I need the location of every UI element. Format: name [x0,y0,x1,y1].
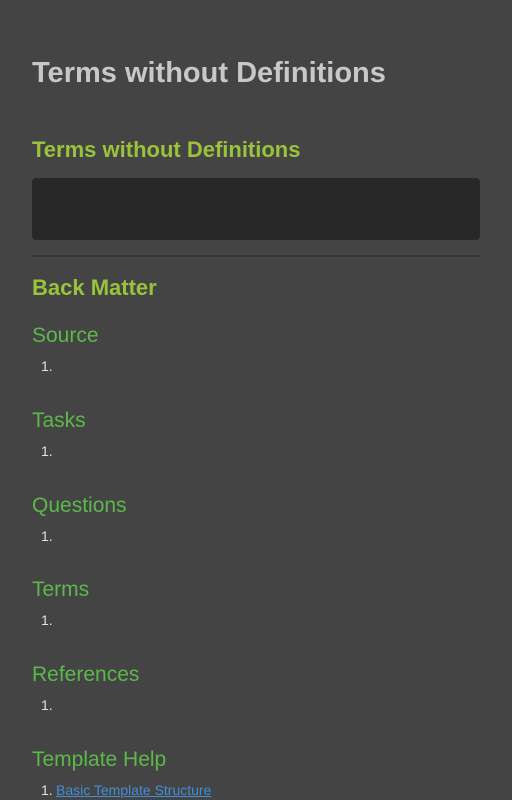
references-section: References 1. [32,662,480,713]
tasks-title: Tasks [32,409,86,432]
section-divider [32,255,480,257]
template-help-title: Template Help [32,748,167,771]
terms-title: Terms [32,578,90,601]
terms-item-number: 1. [41,612,53,628]
questions-item-number: 1. [41,528,53,544]
questions-title: Questions [32,494,127,517]
terms-section-title: Terms without Definitions [32,137,301,162]
tasks-section: Tasks 1. [32,408,480,459]
references-title: References [32,663,140,686]
back-matter-title: Back Matter [32,275,157,300]
glossary-page: Terms without Definitions Terms without … [0,0,512,800]
template-help-list-item: 1. Basic Template Structure [32,781,480,799]
tasks-item-number: 1. [41,443,53,459]
terms-empty-box [32,178,480,240]
template-help-section: Template Help 1. Basic Template Structur… [32,747,480,799]
basic-template-structure-link[interactable]: Basic Template Structure [56,782,211,798]
template-help-list: 1. Basic Template Structure [32,781,480,799]
page-title: Terms without Definitions [32,57,386,89]
questions-section: Questions 1. [32,493,480,544]
source-title: Source [32,324,99,347]
template-help-item-number: 1. [41,782,53,798]
terms-section: Terms 1. [32,577,480,628]
references-item-number: 1. [41,697,53,713]
source-item-number: 1. [41,358,53,374]
source-section: Source 1. [32,323,480,374]
